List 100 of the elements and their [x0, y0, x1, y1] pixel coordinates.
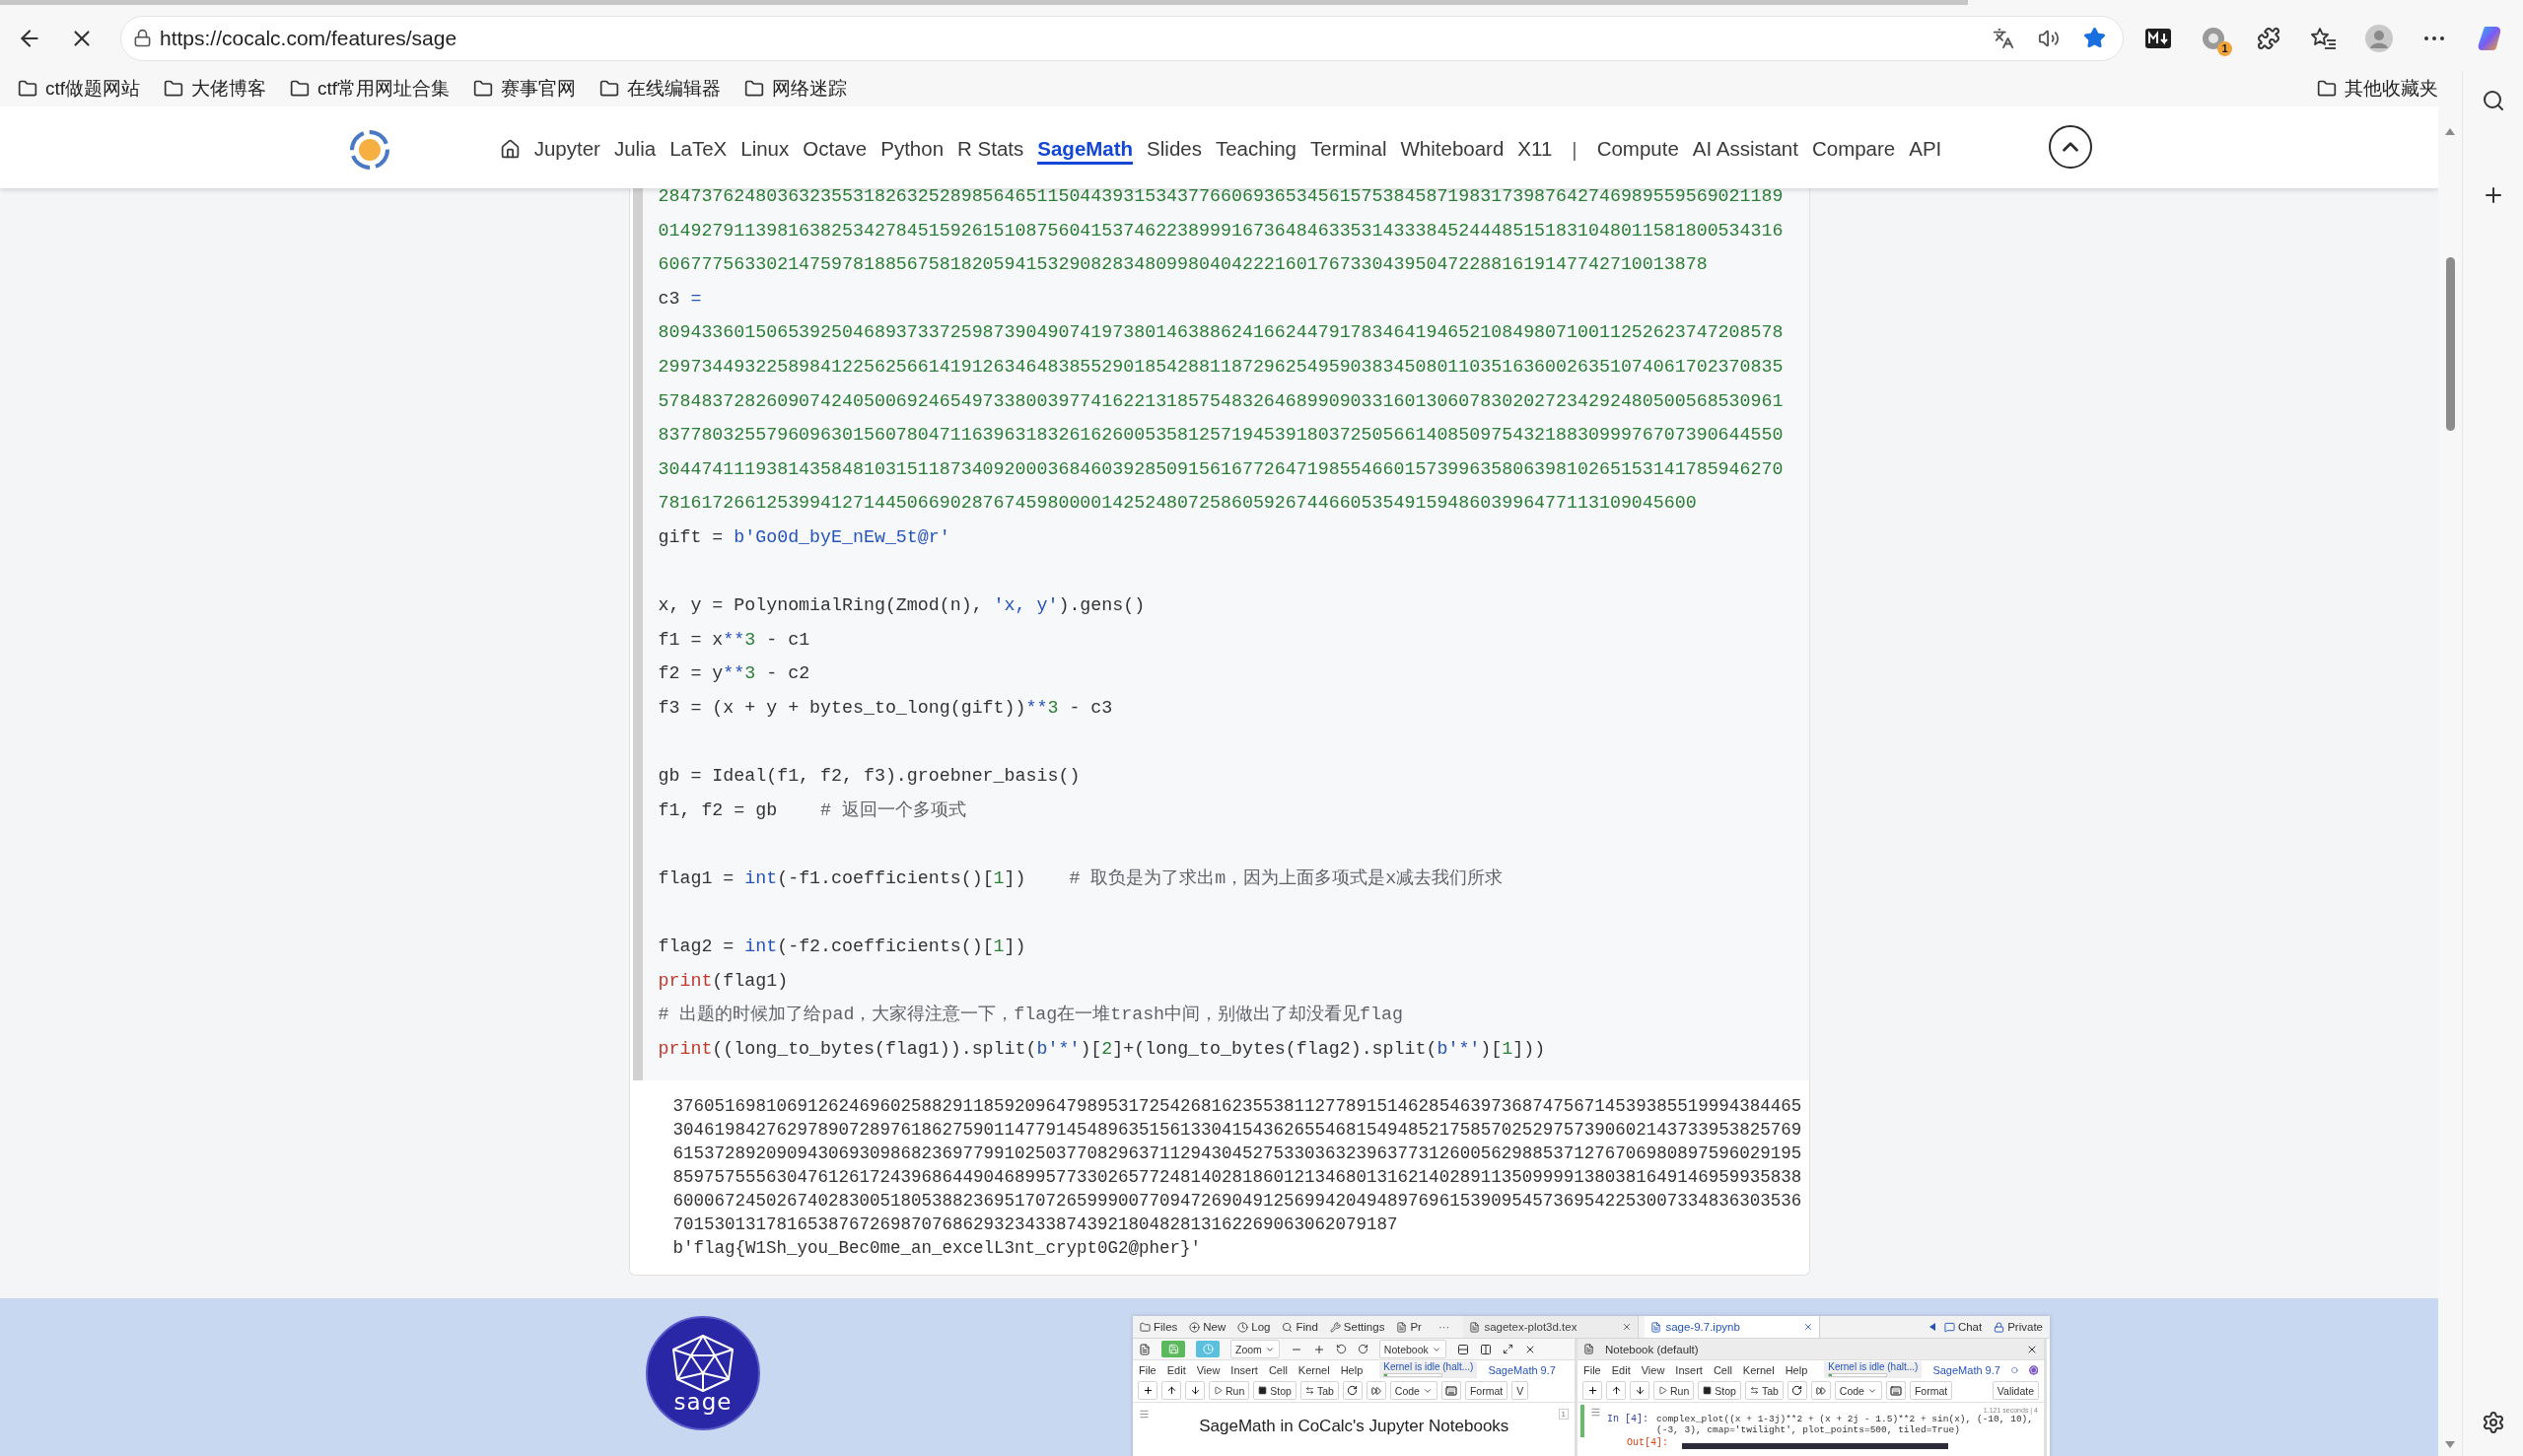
menu-item[interactable]: Cell	[1268, 1363, 1288, 1376]
nav-link[interactable]: API	[1909, 134, 1942, 165]
split-columns-icon[interactable]	[1479, 1343, 1492, 1355]
menu-item[interactable]: View	[1196, 1363, 1221, 1376]
move-down-button[interactable]	[1185, 1381, 1205, 1401]
toolbar-button[interactable]: Tab	[1299, 1381, 1339, 1401]
zoom-select[interactable]: Zoom	[1230, 1340, 1280, 1359]
move-up-button[interactable]	[1161, 1381, 1181, 1401]
menu-item[interactable]: Help	[1785, 1363, 1808, 1376]
bookmark-item[interactable]: 大佬博客	[156, 73, 275, 104]
pane-title: Notebook (default)	[1605, 1343, 1699, 1355]
caret-left-icon[interactable]	[1928, 1323, 1935, 1332]
activity-tab[interactable]: Log	[1234, 1321, 1274, 1334]
file-tab[interactable]: sage-9.7.ipynb	[1645, 1316, 1821, 1339]
keyboard-button[interactable]	[1440, 1381, 1461, 1401]
scroll-up-icon[interactable]	[2445, 128, 2455, 135]
kernel-name[interactable]: SageMath 9.7	[1932, 1363, 2000, 1376]
nav-link[interactable]: Linux	[740, 134, 790, 165]
menu-item[interactable]: Edit	[1166, 1363, 1186, 1376]
add-cell-button[interactable]	[1138, 1381, 1157, 1401]
expand-icon[interactable]	[1502, 1344, 1513, 1355]
bookmark-item[interactable]: 在线编辑器	[592, 73, 730, 104]
menu-item[interactable]: Kernel	[1742, 1363, 1775, 1376]
close-icon[interactable]	[1622, 1322, 1633, 1333]
code-line: print((long_to_bytes(flag1)).split(b'*')[2]+(long_to_bytes(flag2).split(b'*')[1]))	[658, 1037, 1547, 1061]
bookmark-item[interactable]: ctf常用网址合集	[282, 73, 458, 104]
lock-icon[interactable]	[133, 29, 152, 47]
move-down-button[interactable]	[1630, 1381, 1649, 1401]
format-button[interactable]: Format	[1464, 1381, 1508, 1401]
menu-item[interactable]: Edit	[1611, 1363, 1631, 1376]
add-cell-button[interactable]	[1582, 1381, 1602, 1401]
nav-link[interactable]: Compare	[1811, 134, 1896, 165]
nav-link[interactable]: Slides	[1147, 134, 1202, 165]
file-tab[interactable]: sagetex-plot3d.tex	[1463, 1316, 1640, 1339]
nav-link[interactable]: LaTeX	[669, 134, 728, 165]
nav-link[interactable]: Python	[880, 134, 945, 165]
activity-tab[interactable]: Pr	[1393, 1321, 1425, 1334]
nav-link[interactable]: Teaching	[1215, 134, 1297, 165]
nav-link[interactable]: X11	[1517, 134, 1553, 165]
menu-item[interactable]: Cell	[1713, 1363, 1732, 1376]
scroll-down-icon[interactable]	[2445, 1441, 2455, 1448]
menu-item[interactable]: File	[1583, 1363, 1601, 1376]
validate-button[interactable]: Validate	[1992, 1381, 2039, 1401]
kernel-name[interactable]: SageMath 9.7	[1488, 1363, 1556, 1376]
code-line: 29973449322589841225625661419126346483855290185428811872962549590383450801103516360026351074061702370835	[658, 355, 1785, 379]
format-button[interactable]: Format	[1909, 1381, 1953, 1401]
address-bar[interactable]: https://cocalc.com/features/sage	[120, 15, 2124, 61]
nav-link[interactable]: Jupyter	[533, 134, 600, 165]
activity-tab[interactable]: New	[1186, 1321, 1229, 1334]
bookmark-item[interactable]: 其他收藏夹	[2309, 73, 2446, 104]
bookmark-item[interactable]: 赛事官网	[465, 73, 585, 104]
file-icon[interactable]	[1139, 1343, 1151, 1355]
activity-tab[interactable]: Find	[1279, 1321, 1321, 1334]
run-all-button[interactable]	[1810, 1381, 1831, 1401]
ring-icon	[2010, 1364, 2018, 1375]
menu-item[interactable]: Insert	[1675, 1363, 1703, 1376]
menu-item[interactable]: View	[1641, 1363, 1665, 1376]
back-to-top-button[interactable]	[2049, 124, 2092, 169]
menu-item[interactable]: Kernel	[1297, 1363, 1330, 1376]
menu-item[interactable]: Help	[1340, 1363, 1364, 1376]
toolbar-button[interactable]: Run	[1653, 1381, 1695, 1401]
toolbar-button[interactable]: Tab	[1744, 1381, 1784, 1401]
move-up-button[interactable]	[1606, 1381, 1626, 1401]
nav-link[interactable]: R Stats	[957, 134, 1024, 165]
nav-link[interactable]: Compute	[1596, 134, 1679, 165]
nav-link[interactable]: Whiteboard	[1400, 134, 1505, 165]
toolbar-button[interactable]: Stop	[1253, 1381, 1297, 1401]
keyboard-button[interactable]	[1885, 1381, 1906, 1401]
bookmark-item[interactable]: 网络迷踪	[736, 73, 856, 104]
action-button[interactable]: Private	[1991, 1321, 2046, 1334]
undo-icon[interactable]	[1335, 1344, 1347, 1355]
nav-link[interactable]: Octave	[803, 134, 868, 165]
overflow-menu[interactable]: ···	[1430, 1321, 1458, 1334]
nav-link[interactable]: Julia	[613, 134, 657, 165]
fast-forward-icon	[1370, 1385, 1381, 1396]
toolbar-button[interactable]: Stop	[1698, 1381, 1741, 1401]
validate-button[interactable]: V	[1511, 1381, 1529, 1401]
action-button[interactable]: Chat	[1940, 1321, 1986, 1334]
menu-item[interactable]: Insert	[1230, 1363, 1258, 1376]
scrollbar-thumb[interactable]	[2445, 257, 2455, 431]
plus-icon[interactable]	[1312, 1343, 1325, 1355]
toolbar-button[interactable]: Run	[1209, 1381, 1250, 1401]
menu-item[interactable]: File	[1139, 1363, 1156, 1376]
activity-tab[interactable]: Settings	[1326, 1321, 1388, 1334]
nav-link[interactable]: Terminal	[1310, 134, 1387, 165]
restart-button[interactable]	[1787, 1381, 1807, 1401]
cell-input[interactable]: complex_plot((x + 1-3j)**2 + (x + 2j - 1.5)**2 + sin(x), (-10, 10), (-3, 3), cmap='twilight', plot_points=500, tiled=True)	[1654, 1414, 2038, 1436]
view-select[interactable]: Notebook	[1378, 1340, 1446, 1359]
bookmark-item[interactable]: ctf做题网站	[10, 73, 149, 104]
nav-link[interactable]: SageMath	[1037, 134, 1134, 165]
run-all-button[interactable]	[1366, 1381, 1386, 1401]
activity-tab[interactable]: Files	[1137, 1321, 1181, 1334]
cell-type-select[interactable]: Code	[1389, 1381, 1437, 1401]
extension-button[interactable]: 1	[2192, 16, 2235, 60]
split-rows-icon[interactable]	[1456, 1343, 1469, 1355]
code-line: 57848372826090742405006924654973380039774162213185754832646899090331601306078302027234292480500568530961	[658, 389, 1785, 413]
cell-type-select[interactable]: Code	[1834, 1381, 1882, 1401]
redo-icon[interactable]	[1357, 1344, 1368, 1355]
restart-button[interactable]	[1342, 1381, 1363, 1401]
nav-link[interactable]: AI Assistant	[1692, 134, 1798, 165]
